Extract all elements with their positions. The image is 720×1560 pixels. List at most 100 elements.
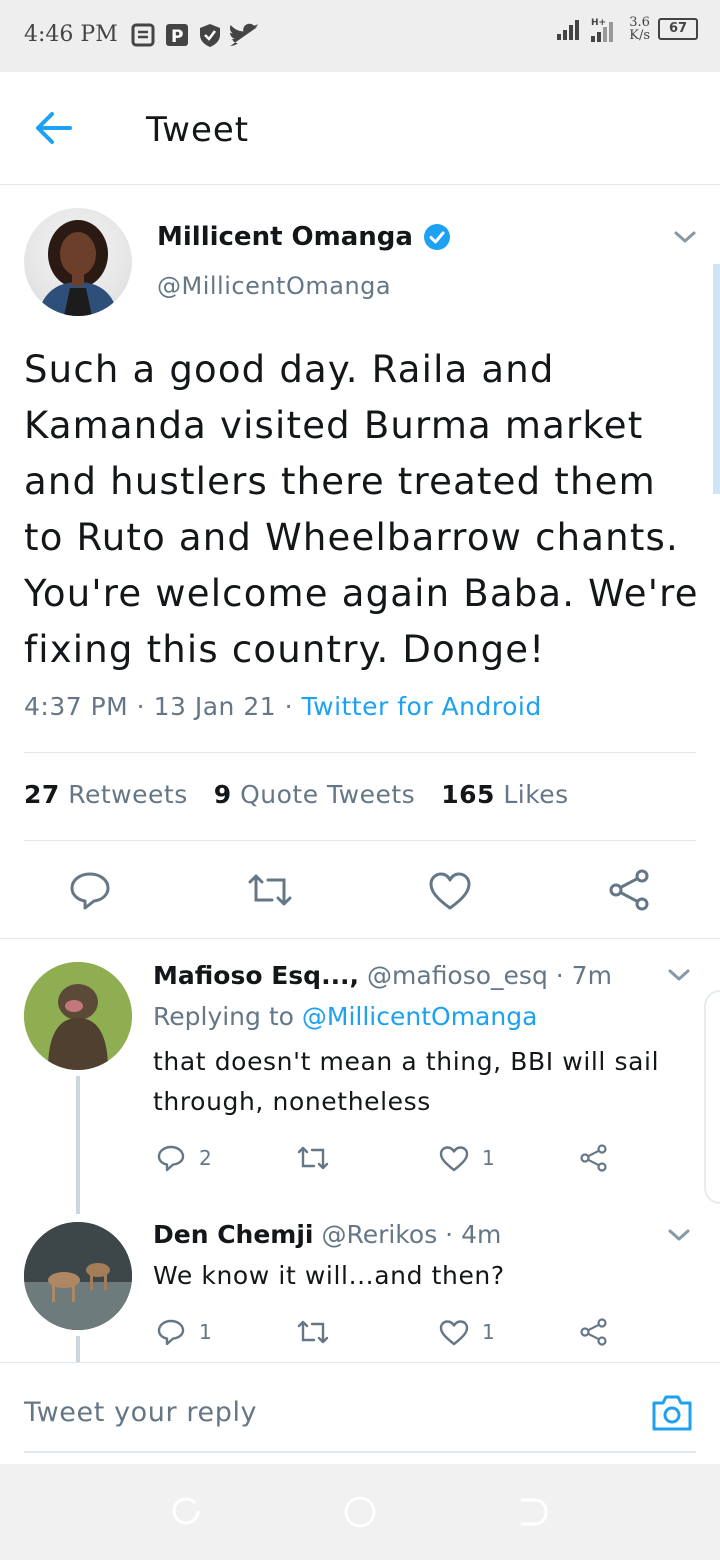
retweet-icon bbox=[248, 874, 292, 906]
divider bbox=[24, 840, 696, 841]
reply-author-name[interactable]: Den Chemji bbox=[153, 1220, 314, 1249]
shield-icon bbox=[200, 24, 220, 47]
back-nav-button[interactable] bbox=[516, 1494, 552, 1530]
page-title: Tweet bbox=[146, 110, 250, 150]
reply-count: 2 bbox=[199, 1146, 212, 1170]
reply-text: that doesn't mean a thing, BBI will sail… bbox=[153, 1047, 660, 1116]
tweet-menu-button[interactable] bbox=[672, 226, 698, 248]
chevron-down-icon bbox=[668, 1229, 690, 1241]
svg-text:P: P bbox=[171, 27, 183, 47]
clipboard-icon bbox=[131, 23, 155, 47]
divider bbox=[0, 938, 720, 939]
author-handle[interactable]: @MillicentOmanga bbox=[157, 272, 391, 300]
like-icon bbox=[429, 872, 471, 910]
tweet-time: 4:37 PM bbox=[24, 692, 129, 721]
reply-icon bbox=[157, 1145, 185, 1172]
reply-menu-button[interactable] bbox=[666, 964, 692, 990]
reply-reply-button[interactable]: 2 bbox=[155, 1142, 212, 1174]
retweet-button[interactable] bbox=[242, 862, 298, 918]
chevron-down-icon bbox=[674, 231, 696, 243]
reply-icon bbox=[70, 872, 110, 910]
reply-avatar[interactable] bbox=[24, 1222, 132, 1330]
reply-reply-button[interactable]: 1 bbox=[155, 1316, 212, 1348]
camera-icon bbox=[652, 1395, 692, 1431]
antelope-photo bbox=[24, 1222, 132, 1330]
replying-to: Replying to @MillicentOmanga bbox=[153, 1002, 538, 1031]
reply-author-handle[interactable]: @mafioso_esq bbox=[367, 961, 548, 990]
reply-count: 1 bbox=[199, 1320, 212, 1344]
side-panel-handle[interactable] bbox=[704, 990, 720, 1204]
tweet-source-link[interactable]: Twitter for Android bbox=[301, 692, 541, 721]
author-name[interactable]: Millicent Omanga bbox=[157, 222, 451, 252]
baboon-photo bbox=[24, 962, 132, 1070]
like-icon bbox=[439, 1146, 469, 1172]
reply-header: Mafioso Esq..., @mafioso_esq · 7m bbox=[153, 961, 612, 990]
back-icon bbox=[520, 1498, 548, 1526]
retweets-stat[interactable]: 27 Retweets bbox=[24, 780, 188, 809]
author-name-text: Millicent Omanga bbox=[157, 222, 413, 252]
home-button[interactable] bbox=[342, 1494, 378, 1530]
reply-menu-button[interactable] bbox=[666, 1224, 692, 1250]
reply-share-button[interactable] bbox=[578, 1316, 610, 1348]
twitter-icon bbox=[230, 23, 258, 46]
reply-composer: Tweet your reply bbox=[0, 1362, 720, 1463]
status-time: 4:46 PM bbox=[24, 22, 118, 47]
share-icon bbox=[580, 1144, 607, 1172]
thread-line bbox=[76, 1336, 80, 1362]
status-right: H+ 3.6 K/s 67 bbox=[557, 16, 698, 42]
svg-text:H+: H+ bbox=[591, 18, 606, 28]
scrollbar[interactable] bbox=[713, 264, 720, 494]
reply-author-handle[interactable]: @Rerikos bbox=[321, 1220, 437, 1249]
reply-button[interactable] bbox=[62, 862, 118, 918]
divider bbox=[24, 752, 696, 753]
reply-input[interactable]: Tweet your reply bbox=[24, 1397, 257, 1428]
like-icon bbox=[439, 1320, 469, 1346]
camera-button[interactable] bbox=[650, 1393, 694, 1433]
compose-underline bbox=[24, 1451, 696, 1453]
reply-retweet-button[interactable] bbox=[296, 1142, 342, 1174]
share-button[interactable] bbox=[602, 862, 658, 918]
likes-stat[interactable]: 165 Likes bbox=[441, 780, 569, 809]
reply-author-name[interactable]: Mafioso Esq..., bbox=[153, 961, 359, 990]
arrow-left-icon bbox=[36, 112, 72, 144]
signal-hplus-icon: H+ bbox=[591, 18, 614, 42]
reply-age: 4m bbox=[461, 1220, 502, 1249]
quote-tweets-stat[interactable]: 9 Quote Tweets bbox=[214, 780, 415, 809]
verified-badge-icon bbox=[423, 224, 450, 250]
retweet-icon bbox=[297, 1146, 329, 1170]
reply-share-button[interactable] bbox=[578, 1142, 610, 1174]
reply-avatar[interactable] bbox=[24, 962, 132, 1070]
tweet-date: 13 Jan 21 bbox=[153, 692, 277, 721]
system-nav-bar bbox=[0, 1464, 720, 1560]
reply-like-count: 1 bbox=[482, 1320, 495, 1344]
chevron-down-icon bbox=[668, 969, 690, 981]
author-photo bbox=[38, 220, 118, 316]
reply-text: We know it will...and then? bbox=[153, 1261, 505, 1290]
retweet-icon bbox=[297, 1320, 329, 1344]
reply-retweet-button[interactable] bbox=[296, 1316, 342, 1348]
reply-header: Den Chemji @Rerikos · 4m bbox=[153, 1220, 502, 1249]
like-button[interactable] bbox=[422, 862, 478, 918]
tweet-actions bbox=[0, 862, 720, 918]
reply-like-button[interactable]: 1 bbox=[438, 1142, 495, 1174]
top-bar: Tweet bbox=[0, 72, 720, 185]
meta-sep: · bbox=[128, 692, 154, 721]
home-icon bbox=[344, 1496, 376, 1528]
tweet-stats: 27 Retweets 9 Quote Tweets 165 Likes bbox=[24, 780, 569, 809]
author-avatar[interactable] bbox=[24, 208, 132, 316]
reply-like-count: 1 bbox=[482, 1146, 495, 1170]
share-icon bbox=[609, 869, 649, 911]
replying-to-mention[interactable]: @MillicentOmanga bbox=[302, 1002, 538, 1031]
back-button[interactable] bbox=[30, 106, 82, 150]
reply-age: 7m bbox=[571, 961, 612, 990]
network-speed: 3.6 K/s bbox=[629, 15, 650, 43]
reply-icon bbox=[157, 1319, 185, 1346]
share-icon bbox=[580, 1318, 607, 1346]
signal-icon bbox=[557, 20, 580, 40]
tweet-text: Such a good day. Raila and Kamanda visit… bbox=[24, 348, 699, 671]
reply-like-button[interactable]: 1 bbox=[438, 1316, 495, 1348]
recents-button[interactable] bbox=[168, 1494, 204, 1530]
recents-icon bbox=[172, 1497, 200, 1525]
battery-indicator: 67 bbox=[658, 18, 698, 40]
thread-line bbox=[76, 1076, 80, 1214]
